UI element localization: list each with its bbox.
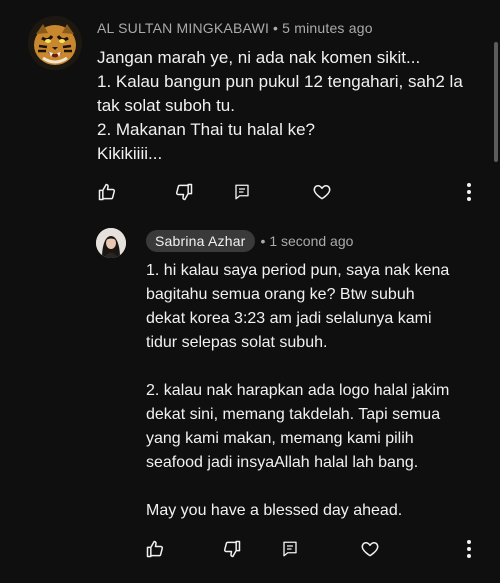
- dislike-button[interactable]: [170, 178, 198, 206]
- reply-line: bagitahu semua orang ke? Btw subuh: [146, 286, 415, 303]
- comment-line: 2. Makanan Thai tu halal ke?: [97, 120, 315, 139]
- reply-meta: Sabrina Azhar • 1 second ago: [146, 230, 353, 252]
- more-vertical-icon: [467, 183, 471, 201]
- thumbs-down-icon: [223, 540, 241, 558]
- heart-icon: [313, 185, 331, 200]
- comment-line: tak solat suboh tu.: [97, 96, 235, 115]
- comment-line: Jangan marah ye, ni ada nak komen sikit.…: [97, 48, 421, 67]
- scrollbar[interactable]: [494, 42, 498, 162]
- heart-button[interactable]: [308, 178, 336, 206]
- reply-line: 1. hi kalau saya period pun, saya nak ke…: [146, 262, 450, 279]
- commenter-avatar[interactable]: [28, 16, 82, 70]
- comment-line: 1. Kalau bangun pun pukul 12 tengahari, …: [97, 72, 463, 91]
- like-button[interactable]: [93, 178, 121, 206]
- user-photo-avatar-icon: [96, 228, 126, 258]
- reply-time-wrapper: • 1 second ago: [261, 233, 354, 249]
- reply-button[interactable]: [276, 535, 304, 563]
- tiger-avatar-icon: [28, 16, 82, 70]
- thumbs-up-icon: [146, 540, 164, 558]
- thumbs-down-icon: [175, 183, 193, 201]
- reply-line: May you have a blessed day ahead.: [146, 502, 403, 519]
- comment-timestamp[interactable]: 5 minutes ago: [282, 20, 373, 36]
- reply-icon: [283, 541, 297, 557]
- reply-line: yang kami makan, memang kami pilih: [146, 430, 414, 447]
- reply-line: 2. kalau nak harapkan ada logo halal jak…: [146, 382, 450, 399]
- more-options-button[interactable]: [455, 178, 483, 206]
- comment-meta: AL SULTAN MINGKABAWI • 5 minutes ago: [97, 20, 373, 36]
- comment-author[interactable]: AL SULTAN MINGKABAWI: [97, 20, 269, 36]
- reply-paragraph: May you have a blessed day ahead.: [146, 499, 486, 523]
- dislike-button[interactable]: [218, 535, 246, 563]
- heart-icon: [361, 542, 379, 557]
- reply-icon: [235, 184, 249, 200]
- reply-line: dekat sini, memang takdelah. Tapi semua: [146, 406, 441, 423]
- reply-line: dekat korea 3:23 am jadi selalunya kami: [146, 310, 432, 327]
- thumbs-up-icon: [98, 183, 116, 201]
- reply-line: seafood jadi insyaAllah halal lah bang.: [146, 454, 419, 471]
- more-options-button[interactable]: [455, 535, 483, 563]
- reply-paragraph: 1. hi kalau saya period pun, saya nak ke…: [146, 259, 486, 355]
- comment-text: Jangan marah ye, ni ada nak komen sikit.…: [97, 46, 487, 166]
- comment-line: Kikikiiii...: [97, 144, 163, 163]
- reply-paragraph: 2. kalau nak harapkan ada logo halal jak…: [146, 379, 486, 475]
- meta-separator: •: [273, 20, 279, 36]
- reply-actions: [0, 535, 500, 563]
- comment-thread: AL SULTAN MINGKABAWI • 5 minutes ago Janga…: [0, 0, 500, 583]
- reply-line: tidur selepas solat subuh.: [146, 334, 328, 351]
- heart-button[interactable]: [356, 535, 384, 563]
- comment-actions: [0, 178, 500, 206]
- like-button[interactable]: [141, 535, 169, 563]
- reply-avatar[interactable]: [96, 228, 126, 258]
- reply-button[interactable]: [228, 178, 256, 206]
- reply-timestamp[interactable]: 1 second ago: [269, 233, 353, 249]
- reply-text: 1. hi kalau saya period pun, saya nak ke…: [146, 259, 486, 547]
- meta-separator: •: [260, 233, 266, 249]
- more-vertical-icon: [467, 540, 471, 558]
- reply-author-chip[interactable]: Sabrina Azhar: [146, 230, 255, 252]
